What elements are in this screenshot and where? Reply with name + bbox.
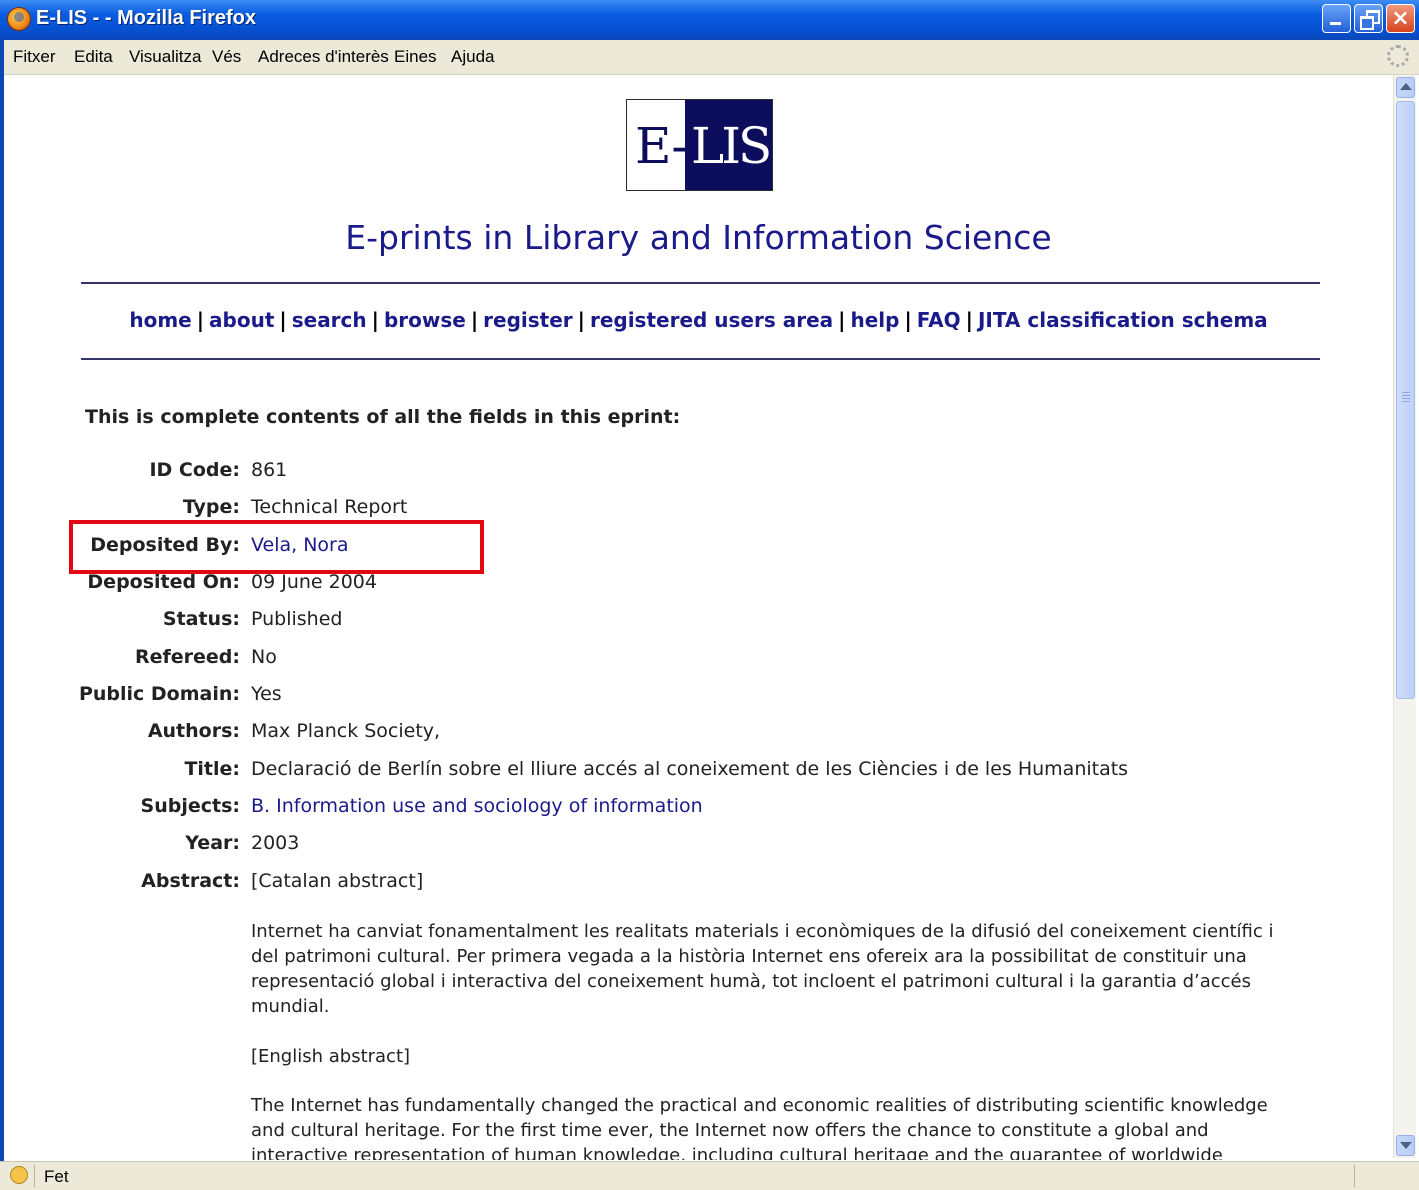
- field-label-deposited-on: Deposited On:: [87, 571, 240, 593]
- field-value-authors: Max Planck Society,: [251, 720, 441, 742]
- field-value-abstract: [Catalan abstract]: [251, 870, 424, 892]
- nav-help-link[interactable]: help: [850, 308, 899, 332]
- nav-separator: |: [279, 308, 287, 332]
- field-value-type: Technical Report: [251, 496, 408, 518]
- abstract-english-text: The Internet has fundamentally changed t…: [251, 1095, 1268, 1160]
- status-bar: Fet: [0, 1161, 1419, 1190]
- field-label-id-code: ID Code:: [149, 459, 240, 481]
- field-label-abstract: Abstract:: [141, 870, 240, 892]
- nav-separator: |: [470, 308, 479, 332]
- status-icon: [10, 1166, 28, 1184]
- field-label-status: Status:: [162, 608, 240, 630]
- arrow-down-icon: [1400, 1142, 1412, 1149]
- nav-browse-link[interactable]: browse: [384, 308, 466, 332]
- status-text: Fet: [44, 1167, 69, 1186]
- main-nav: home | about | search | browse | register | regist…: [4, 308, 1393, 332]
- nav-separator: |: [838, 308, 846, 332]
- site-title: E-prints in Library and Information Scie…: [345, 218, 1052, 257]
- field-label-type: Type:: [182, 496, 240, 518]
- menu-bookmarks[interactable]: Adreces d'interès: [258, 47, 389, 67]
- menu-go[interactable]: Vés: [212, 47, 241, 67]
- scroll-down-button[interactable]: [1396, 1135, 1415, 1156]
- field-value-refereed: No: [251, 646, 277, 668]
- english-abstract-heading: [English abstract]: [251, 1046, 411, 1067]
- highlight-box: [69, 520, 484, 574]
- nav-home-link[interactable]: home: [129, 308, 191, 332]
- firefox-logo-icon: [7, 7, 31, 31]
- divider: [81, 358, 1320, 360]
- nav-separator: |: [965, 308, 973, 332]
- field-label-authors: Authors:: [147, 720, 240, 742]
- nav-separator: |: [904, 308, 912, 332]
- logo-lis-text: LIS: [691, 117, 772, 175]
- field-label-title: Title:: [184, 758, 240, 780]
- nav-separator: |: [371, 308, 379, 332]
- abstract-catalan-text: Internet ha canviat fonamentalment les r…: [251, 921, 1274, 1017]
- nav-separator: |: [577, 308, 585, 332]
- field-label-refereed: Refereed:: [134, 646, 240, 668]
- elis-logo[interactable]: E- LIS: [626, 99, 773, 191]
- minimize-button[interactable]: [1322, 4, 1351, 33]
- field-label-public-domain: Public Domain:: [78, 683, 240, 705]
- field-label-year: Year:: [185, 832, 240, 854]
- page-content: E- LIS E-prints in Library and Informati…: [4, 75, 1393, 1160]
- field-value-title: Declaració de Berlín sobre el lliure acc…: [251, 758, 1129, 780]
- divider: [81, 282, 1320, 284]
- menu-view[interactable]: Visualitza: [129, 47, 201, 67]
- subjects-link[interactable]: B. Information use and sociology of info…: [251, 795, 703, 817]
- menu-edit[interactable]: Edita: [74, 47, 113, 67]
- nav-search-link[interactable]: search: [292, 308, 367, 332]
- menu-bar: Fitxer Edita Visualitza Vés Adreces d'in…: [0, 40, 1419, 75]
- throbber-icon: [1387, 45, 1409, 67]
- field-value-public-domain: Yes: [251, 683, 282, 705]
- nav-jita-link[interactable]: JITA classification schema: [978, 308, 1268, 332]
- nav-faq-link[interactable]: FAQ: [917, 308, 961, 332]
- nav-register-link[interactable]: register: [483, 308, 573, 332]
- close-button[interactable]: ×: [1386, 4, 1415, 33]
- scroll-thumb[interactable]: [1396, 101, 1415, 699]
- menu-help[interactable]: Ajuda: [451, 47, 494, 67]
- field-label-subjects: Subjects:: [140, 795, 240, 817]
- vertical-scrollbar[interactable]: [1393, 75, 1416, 1158]
- logo-e-text: E-: [635, 117, 688, 175]
- window-title: E-LIS - - Mozilla Firefox: [36, 7, 257, 29]
- field-value-id-code: 861: [251, 459, 288, 481]
- nav-separator: |: [196, 308, 205, 332]
- field-value-year: 2003: [251, 832, 300, 854]
- intro-text: This is complete contents of all the fie…: [85, 406, 681, 428]
- nav-about-link[interactable]: about: [209, 308, 274, 332]
- arrow-up-icon: [1400, 83, 1412, 90]
- nav-registered-users-link[interactable]: registered users area: [590, 308, 833, 332]
- menu-tools[interactable]: Eines: [394, 47, 437, 67]
- close-icon: ×: [1391, 6, 1410, 31]
- field-value-deposited-on: 09 June 2004: [251, 571, 377, 593]
- field-value-status: Published: [251, 608, 343, 630]
- maximize-button[interactable]: [1354, 4, 1383, 33]
- window-title-bar[interactable]: E-LIS - - Mozilla Firefox ×: [0, 0, 1419, 40]
- scroll-up-button[interactable]: [1396, 77, 1415, 98]
- menu-file[interactable]: Fitxer: [13, 47, 56, 67]
